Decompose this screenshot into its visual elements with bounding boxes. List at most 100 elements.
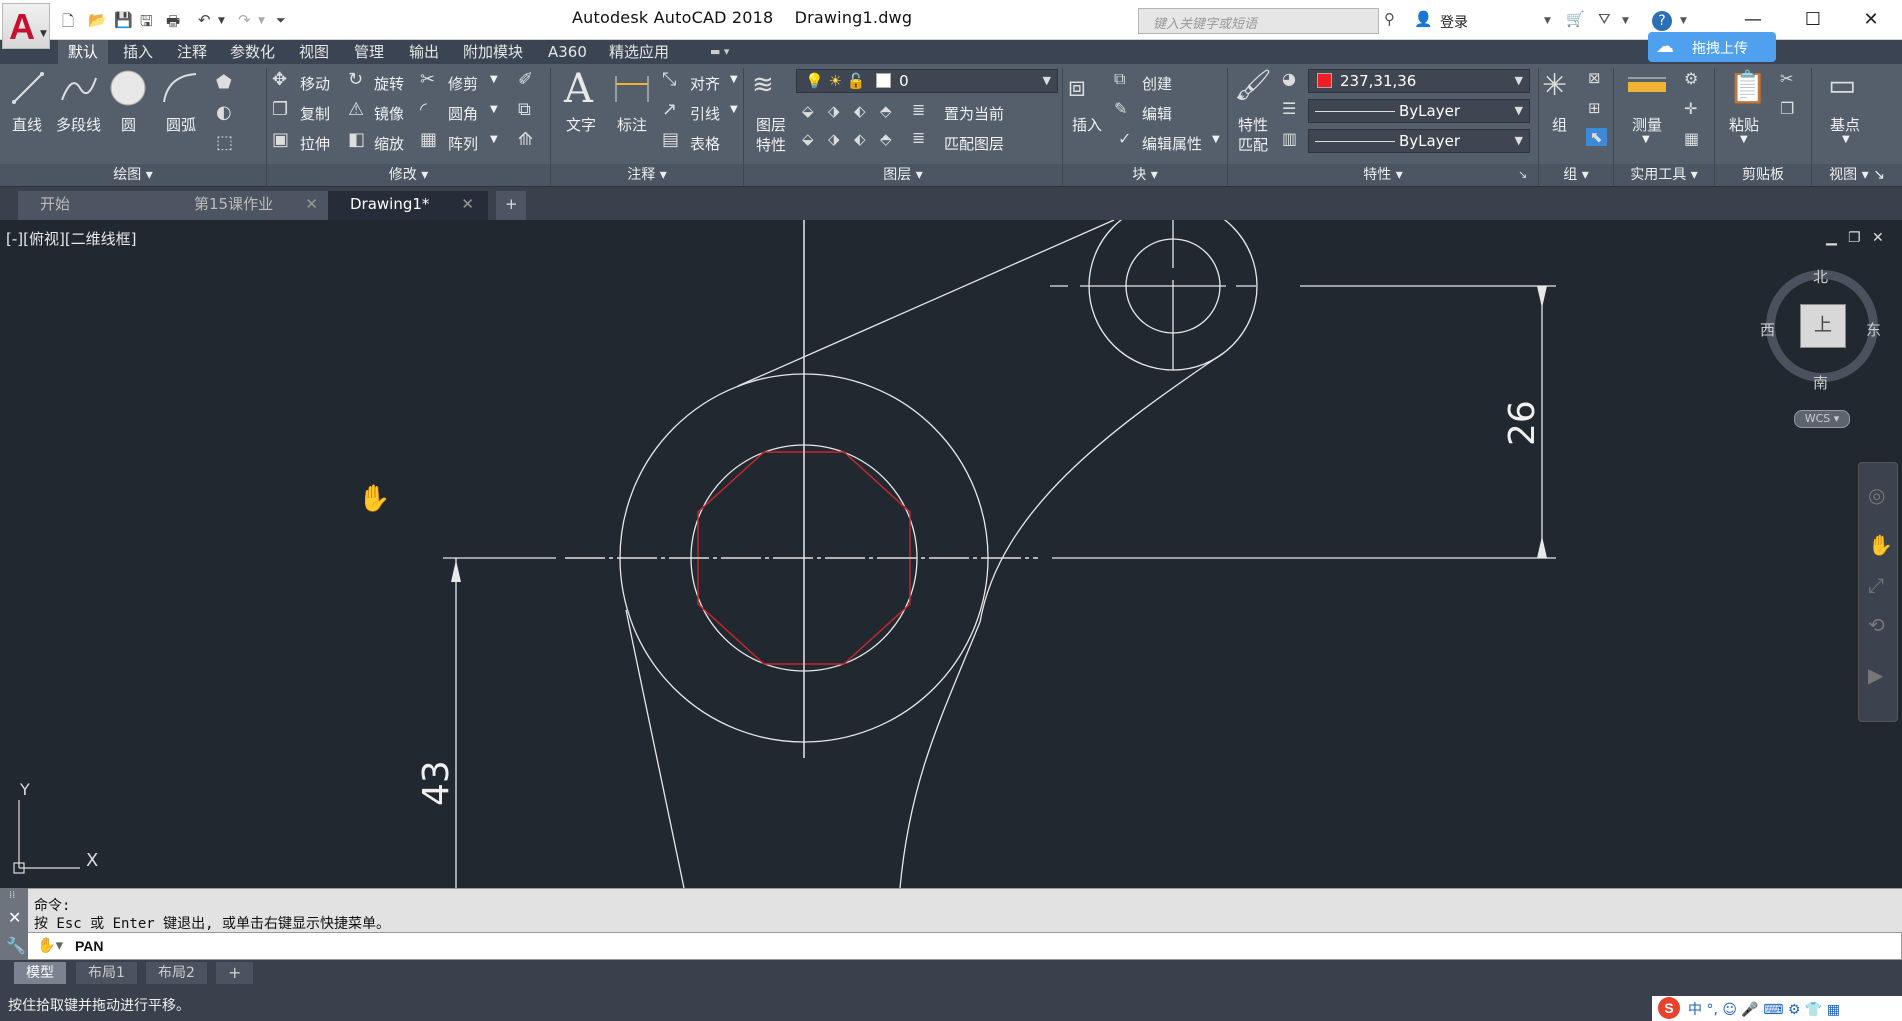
zoom-extents-icon[interactable]: ⤢: [1868, 573, 1884, 597]
panel-title-draw[interactable]: 绘图 ▾: [0, 164, 266, 186]
rotate-button[interactable]: 旋转: [374, 73, 404, 94]
layer-unisolate-icon[interactable]: ⬗: [828, 130, 840, 148]
group-icon[interactable]: ✳: [1542, 68, 1567, 103]
doc-tab-lesson15[interactable]: 第15课作业 ✕: [172, 191, 332, 220]
create-block-button[interactable]: 创建: [1142, 73, 1172, 94]
array-dropdown-icon[interactable]: ▼: [490, 134, 498, 145]
mirror-button[interactable]: 镜像: [374, 103, 404, 124]
copy-clip-icon[interactable]: ❐: [1780, 99, 1794, 118]
viewcube-south[interactable]: 南: [1813, 372, 1828, 393]
redo-dropdown-icon[interactable]: ▼: [258, 16, 265, 26]
base-view-icon[interactable]: ▭: [1828, 68, 1856, 103]
copy-icon[interactable]: ❐: [272, 99, 288, 120]
panel-title-groups[interactable]: 组 ▾: [1539, 164, 1613, 186]
edit-block-icon[interactable]: ✎: [1114, 99, 1127, 118]
trim-icon[interactable]: ✂: [420, 69, 435, 90]
layer-dropdown[interactable]: 💡 ☀ 🔓 0 ▼: [796, 69, 1058, 93]
arc-button-label[interactable]: 圆弧: [166, 114, 196, 135]
set-current-icon[interactable]: ≣: [912, 100, 925, 119]
doc-tab-start[interactable]: 开始: [18, 191, 178, 220]
insert-block-icon[interactable]: ⧈: [1068, 70, 1086, 104]
erase-icon[interactable]: ✐: [518, 69, 533, 90]
trim-button[interactable]: 修剪: [448, 73, 478, 94]
panel-title-annotation[interactable]: 注释 ▾: [551, 164, 743, 186]
rotate-icon[interactable]: ↻: [348, 69, 363, 90]
line-icon[interactable]: [10, 70, 46, 106]
layer-on-icon[interactable]: ⬙: [802, 130, 814, 148]
base-view-button-label[interactable]: 基点: [1830, 114, 1860, 135]
close-tab-icon[interactable]: ✕: [461, 191, 474, 218]
close-command-line-icon[interactable]: ✕: [8, 908, 21, 927]
copy-button[interactable]: 复制: [300, 103, 330, 124]
point-icon[interactable]: ✛: [1684, 99, 1697, 118]
panel-title-properties[interactable]: 特性 ▾: [1228, 164, 1538, 186]
align-dim-button[interactable]: 对齐: [690, 73, 720, 94]
measure-button-label[interactable]: 测量: [1632, 114, 1662, 135]
layer-isolate-icon[interactable]: ⬗: [828, 102, 840, 120]
orbit-icon[interactable]: ⟲: [1868, 613, 1885, 637]
layer-thaw-icon[interactable]: ⬖: [854, 130, 866, 148]
tab-home[interactable]: 默认: [58, 40, 109, 64]
text-button-label[interactable]: 文字: [566, 114, 596, 135]
line-button-label[interactable]: 直线: [12, 114, 42, 135]
steering-wheel-icon[interactable]: ◎: [1868, 483, 1885, 507]
ungroup-icon[interactable]: ⊠: [1588, 69, 1601, 87]
explode-icon[interactable]: ⧉: [518, 99, 531, 120]
panel-title-utilities[interactable]: 实用工具 ▾: [1614, 164, 1714, 186]
a360-dropdown-icon[interactable]: ▼: [1622, 16, 1629, 26]
cart-icon[interactable]: 🛒: [1566, 10, 1585, 28]
array-button[interactable]: 阵列: [448, 133, 478, 154]
calculator-icon[interactable]: ▦: [1684, 129, 1699, 148]
table-icon[interactable]: ▤: [662, 129, 679, 150]
viewcube-west[interactable]: 西: [1760, 319, 1775, 340]
move-button[interactable]: 移动: [300, 73, 330, 94]
login-dropdown-icon[interactable]: ▼: [1544, 16, 1551, 26]
customize-qat-icon[interactable]: ⏷: [276, 13, 286, 28]
ribbon-minimize-icon[interactable]: ▬ ▾: [700, 40, 739, 64]
circle-button-label[interactable]: 圆: [121, 114, 136, 135]
group-button-label[interactable]: 组: [1552, 114, 1567, 135]
paste-dropdown-icon[interactable]: ▼: [1740, 134, 1748, 145]
new-layout-button[interactable]: +: [216, 962, 254, 984]
group-select-icon[interactable]: ⬉: [1586, 128, 1607, 146]
properties-launcher-icon[interactable]: ↘: [1518, 168, 1527, 181]
sogou-ime-icon[interactable]: S: [1658, 997, 1680, 1019]
hatch-icon[interactable]: ◐: [216, 102, 232, 123]
tab-view[interactable]: 视图: [289, 40, 339, 64]
redo-icon[interactable]: ↷: [238, 11, 251, 29]
trim-dropdown-icon[interactable]: ▼: [490, 74, 498, 85]
tab-output[interactable]: 输出: [399, 40, 449, 64]
mirror-icon[interactable]: ⚠: [348, 99, 364, 120]
tab-insert[interactable]: 插入: [113, 40, 163, 64]
maximize-button[interactable]: ☐: [1790, 6, 1836, 34]
save-icon[interactable]: 💾: [114, 11, 133, 29]
align-dropdown-icon[interactable]: ▼: [730, 74, 738, 85]
panel-title-modify[interactable]: 修改 ▾: [267, 164, 550, 186]
paste-icon[interactable]: 📋: [1728, 68, 1768, 106]
polyline-icon[interactable]: [58, 70, 98, 106]
match-layer-button[interactable]: 匹配图层: [944, 133, 1004, 154]
leader-button[interactable]: 引线: [690, 103, 720, 124]
edit-attribute-button[interactable]: 编辑属性: [1142, 133, 1202, 154]
scale-button[interactable]: 缩放: [374, 133, 404, 154]
linetype-dropdown[interactable]: ByLayer ▼: [1308, 99, 1530, 123]
circle-icon[interactable]: [108, 68, 148, 108]
new-file-icon[interactable]: 🗋: [62, 11, 74, 36]
leader-icon[interactable]: ↗: [662, 99, 677, 120]
polygon-icon[interactable]: ⬟: [216, 72, 232, 93]
text-icon[interactable]: A: [564, 66, 593, 112]
create-block-icon[interactable]: ⧉: [1114, 69, 1125, 89]
layout-tab-layout2[interactable]: 布局2: [146, 962, 207, 984]
undo-dropdown-icon[interactable]: ▼: [218, 16, 225, 26]
help-dropdown-icon[interactable]: ▼: [1680, 16, 1687, 26]
ime-status-icons[interactable]: 中 °, ☺ 🎤 ⌨ ⚙ 👕 ▦: [1688, 999, 1840, 1019]
fillet-icon[interactable]: ◜: [420, 99, 427, 120]
fillet-button[interactable]: 圆角: [448, 103, 478, 124]
a360-icon[interactable]: ⛛: [1598, 10, 1611, 28]
tab-manage[interactable]: 管理: [344, 40, 394, 64]
table-button[interactable]: 表格: [690, 133, 720, 154]
edit-block-button[interactable]: 编辑: [1142, 103, 1172, 124]
paste-button-label[interactable]: 粘贴: [1729, 114, 1759, 135]
layer-freeze-icon[interactable]: ⬖: [854, 102, 866, 120]
arc-icon[interactable]: [160, 70, 200, 106]
